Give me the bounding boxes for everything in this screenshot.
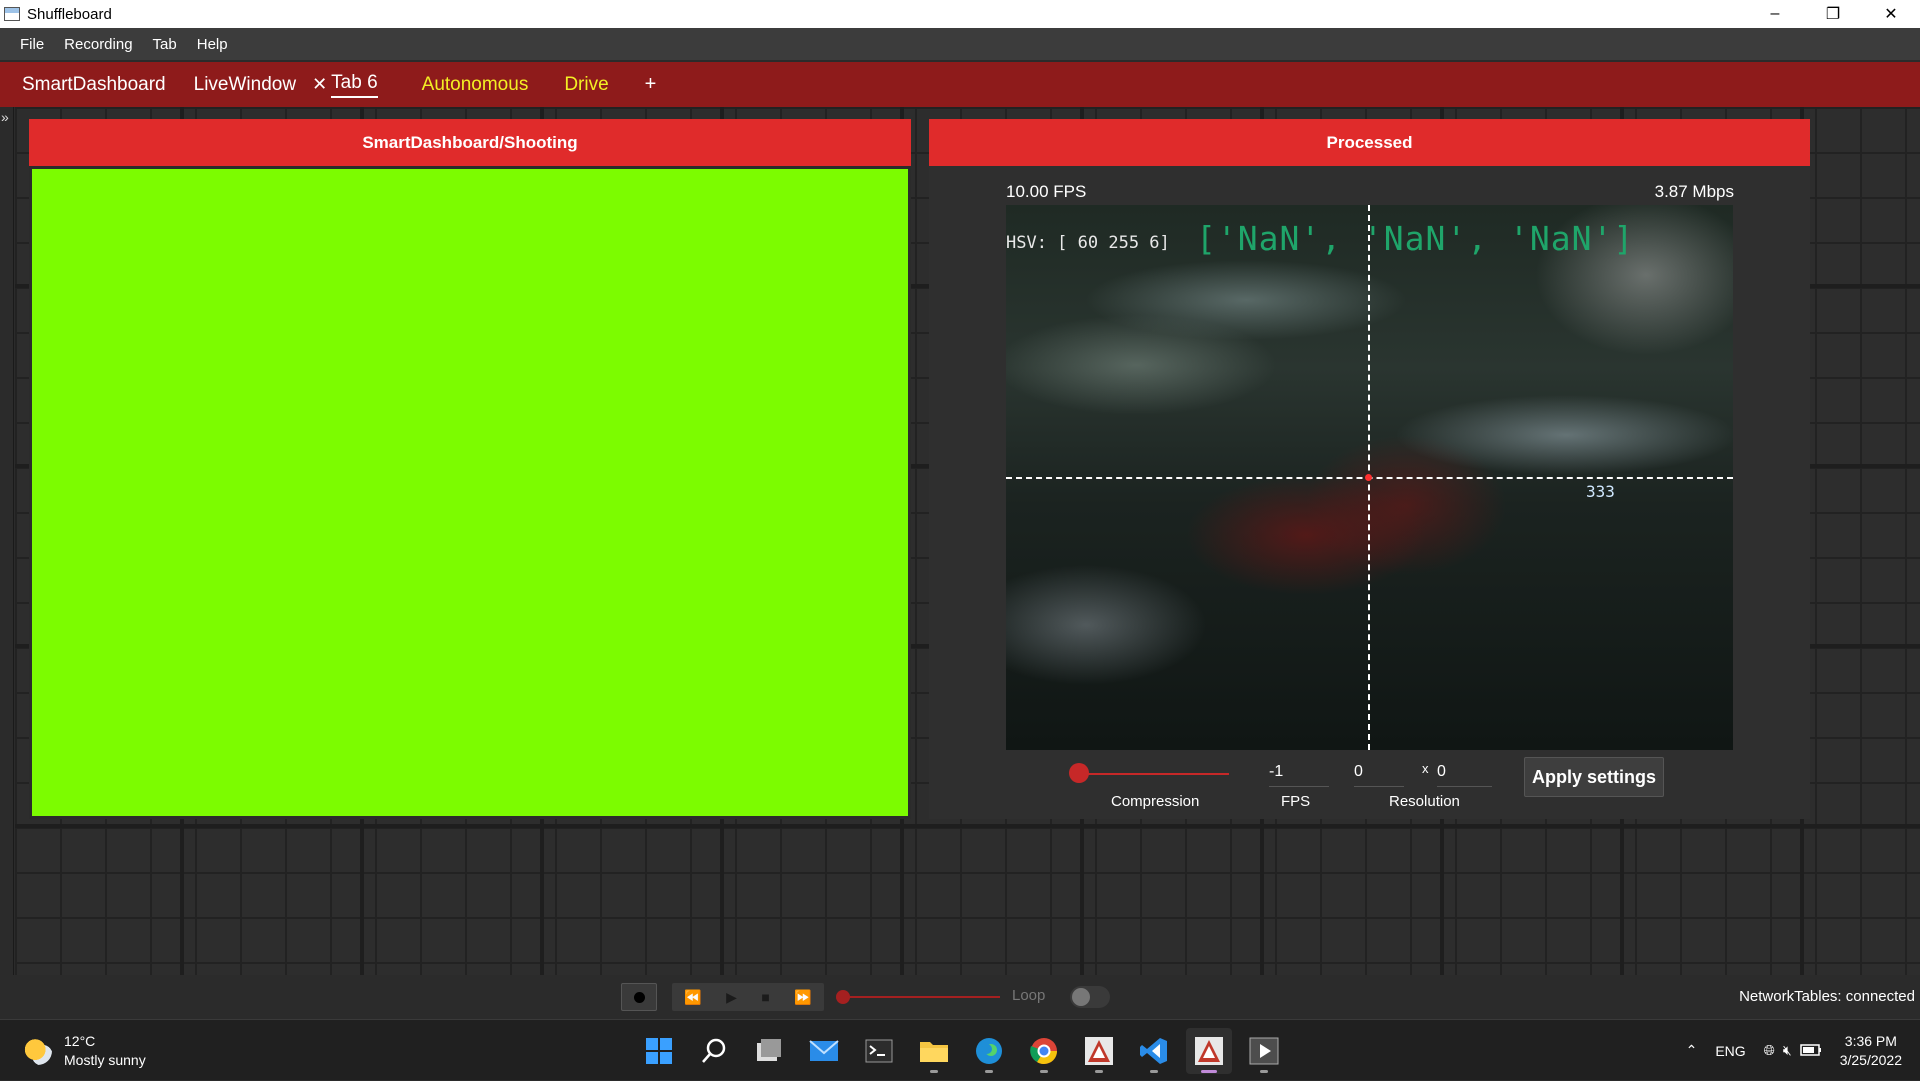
expand-icon: » bbox=[1, 109, 9, 125]
widget-title: SmartDashboard/Shooting bbox=[29, 119, 911, 166]
taskbar: 12°C Mostly sunny ⌃ ENG 🌐︎ 🔇︎ 3:36 PM 3/… bbox=[0, 1019, 1920, 1080]
clock-date: 3/25/2022 bbox=[1839, 1051, 1902, 1068]
play-icon[interactable]: ▶ bbox=[726, 989, 737, 1006]
app-icon bbox=[4, 7, 20, 21]
playback-bar: ⏪ ▶ ■ ⏩ Loop NetworkTables: connected bbox=[0, 975, 1920, 1019]
fps-field[interactable]: -1 bbox=[1269, 763, 1329, 787]
mail-icon[interactable] bbox=[801, 1028, 847, 1074]
media-player-icon[interactable] bbox=[1241, 1028, 1287, 1074]
stream-controls: Compression -1 FPS 0 x 0 Resolution Appl… bbox=[929, 757, 1810, 810]
network-globe-icon[interactable]: 🌐︎ bbox=[1764, 1042, 1775, 1059]
edge-icon[interactable] bbox=[966, 1028, 1012, 1074]
shuffleboard-icon[interactable] bbox=[1186, 1028, 1232, 1074]
resolution-label: Resolution bbox=[1389, 793, 1460, 810]
tab-label: SmartDashboard bbox=[22, 73, 166, 95]
menu-recording[interactable]: Recording bbox=[54, 36, 142, 53]
frc-app-icon[interactable] bbox=[1076, 1028, 1122, 1074]
window-title: Shuffleboard bbox=[27, 5, 112, 23]
language-indicator[interactable]: ENG bbox=[1715, 1043, 1745, 1059]
tab-label: LiveWindow bbox=[193, 73, 297, 95]
resolution-x: x bbox=[1422, 761, 1429, 776]
show-hidden-icons-chevron-up-icon[interactable]: ⌃ bbox=[1686, 1042, 1698, 1059]
window-controls: – ❐ ✕ bbox=[1746, 0, 1920, 28]
loop-toggle[interactable] bbox=[1070, 986, 1110, 1008]
stop-icon[interactable]: ■ bbox=[761, 989, 769, 1005]
record-button[interactable] bbox=[621, 983, 657, 1011]
compression-label: Compression bbox=[1111, 793, 1200, 810]
playback-controls: ⏪ ▶ ■ ⏩ bbox=[672, 983, 824, 1011]
scene-number: 333 bbox=[1586, 482, 1615, 501]
shuffleboard-window: Shuffleboard – ❐ ✕ File Recording Tab He… bbox=[0, 0, 1920, 1019]
camera-stream-widget[interactable]: Processed 10.00 FPS 3.87 Mbps HSV: [ 60 … bbox=[929, 119, 1810, 819]
playback-progress[interactable] bbox=[842, 996, 1000, 998]
menu-tab[interactable]: Tab bbox=[143, 36, 187, 53]
tab-drive[interactable]: Drive bbox=[550, 62, 622, 107]
search-icon[interactable] bbox=[691, 1028, 737, 1074]
system-tray: ⌃ ENG 🌐︎ 🔇︎ 3:36 PM 3/25/2022 bbox=[1686, 1020, 1920, 1081]
tab-label: Autonomous bbox=[421, 73, 529, 95]
task-view-icon[interactable] bbox=[746, 1028, 792, 1074]
close-button[interactable]: ✕ bbox=[1862, 0, 1920, 28]
weather-desc: Mostly sunny bbox=[64, 1052, 146, 1068]
stream-stats: 10.00 FPS 3.87 Mbps bbox=[1006, 182, 1734, 202]
loop-label: Loop bbox=[1012, 987, 1046, 1004]
weather-widget[interactable]: 12°C Mostly sunny bbox=[24, 1032, 146, 1070]
title-bar: Shuffleboard – ❐ ✕ bbox=[0, 0, 1920, 28]
tab-bar: SmartDashboard LiveWindow ✕ Tab 6 Autonom… bbox=[0, 62, 1920, 107]
shooting-widget[interactable]: SmartDashboard/Shooting bbox=[29, 119, 911, 819]
restore-button[interactable]: ❐ bbox=[1804, 0, 1862, 28]
menu-bar: File Recording Tab Help bbox=[0, 28, 1920, 60]
chrome-icon[interactable] bbox=[1021, 1028, 1067, 1074]
clock[interactable]: 3:36 PM 3/25/2022 bbox=[1840, 1032, 1902, 1070]
tab-label: Drive bbox=[564, 73, 609, 95]
resolution-height-field[interactable]: 0 bbox=[1437, 763, 1492, 787]
start-icon[interactable] bbox=[636, 1028, 682, 1074]
close-tab-icon[interactable]: ✕ bbox=[312, 74, 327, 95]
tab-livewindow[interactable]: LiveWindow bbox=[180, 62, 310, 107]
weather-temp: 12°C bbox=[64, 1033, 96, 1049]
menu-file[interactable]: File bbox=[10, 36, 54, 53]
bitrate-readout: 3.87 Mbps bbox=[1654, 182, 1734, 201]
widget-gallery-toggle[interactable]: » bbox=[0, 107, 14, 975]
tab-label: Tab 6 bbox=[331, 72, 378, 98]
compression-slider-track[interactable] bbox=[1074, 773, 1229, 775]
battery-icon[interactable] bbox=[1799, 1043, 1822, 1059]
networktables-status: NetworkTables: connected bbox=[1739, 988, 1915, 1005]
tab-tab-6[interactable]: ✕ Tab 6 bbox=[310, 62, 392, 107]
vscode-icon[interactable] bbox=[1131, 1028, 1177, 1074]
terminal-icon[interactable] bbox=[856, 1028, 902, 1074]
rewind-icon[interactable]: ⏪ bbox=[684, 989, 701, 1006]
camera-view: HSV: [ 60 255 6] ['NaN', 'NaN', 'NaN'] 3… bbox=[1006, 205, 1733, 750]
resolution-width-field[interactable]: 0 bbox=[1354, 763, 1404, 787]
fast-forward-icon[interactable]: ⏩ bbox=[794, 989, 811, 1006]
clock-time: 3:36 PM bbox=[1844, 1032, 1897, 1049]
tab-smartdashboard[interactable]: SmartDashboard bbox=[8, 62, 180, 107]
widget-title: Processed bbox=[929, 119, 1810, 166]
taskbar-apps bbox=[636, 1028, 1296, 1074]
tab-autonomous[interactable]: Autonomous bbox=[408, 62, 543, 107]
hsv-overlay: HSV: [ 60 255 6] bbox=[1006, 233, 1170, 253]
fps-label: FPS bbox=[1281, 793, 1311, 810]
playback-progress-thumb[interactable] bbox=[836, 990, 850, 1004]
fps-readout: 10.00 FPS bbox=[1006, 182, 1087, 201]
apply-settings-button[interactable]: Apply settings bbox=[1524, 757, 1664, 797]
boolean-indicator bbox=[32, 169, 908, 816]
crosshair-center bbox=[1365, 474, 1372, 481]
partly-sunny-icon bbox=[24, 1037, 52, 1065]
minimize-button[interactable]: – bbox=[1746, 0, 1804, 28]
target-values-overlay: ['NaN', 'NaN', 'NaN'] bbox=[1196, 219, 1635, 258]
add-tab-button[interactable]: + bbox=[631, 62, 671, 107]
compression-slider-thumb[interactable] bbox=[1069, 763, 1089, 783]
menu-help[interactable]: Help bbox=[187, 36, 238, 53]
file-explorer-icon[interactable] bbox=[911, 1028, 957, 1074]
volume-muted-icon[interactable]: 🔇︎ bbox=[1783, 1042, 1792, 1059]
